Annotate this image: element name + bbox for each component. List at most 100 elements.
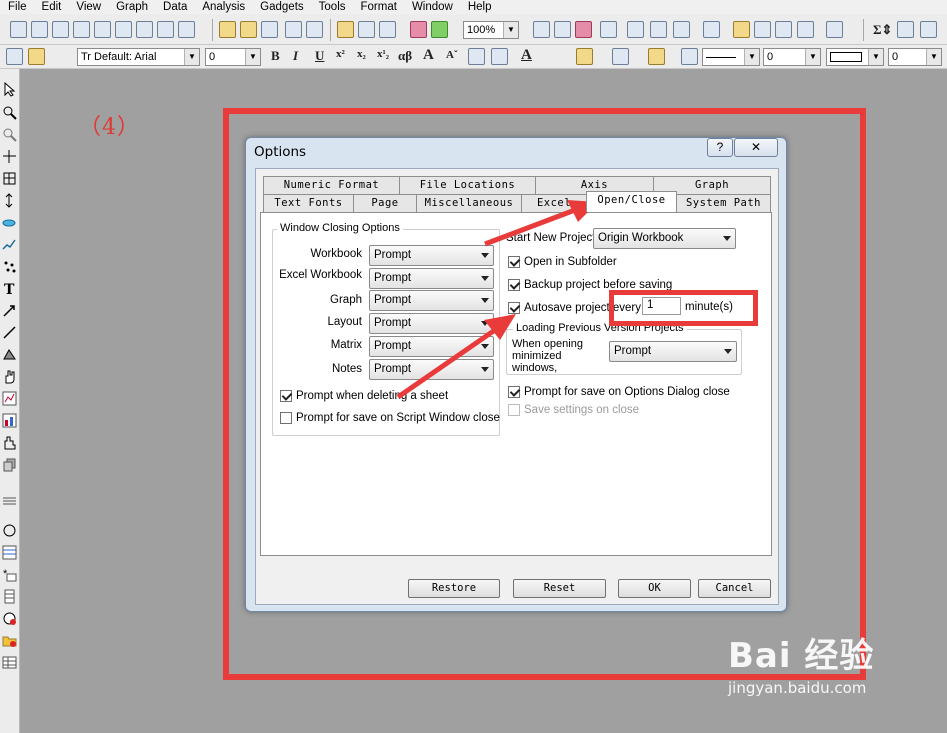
border-width-select[interactable]: 0 ▼ [888, 48, 942, 66]
restore-button[interactable]: Restore [408, 579, 500, 598]
excel-workbook-select[interactable]: Prompt [369, 268, 494, 289]
stack-icon[interactable] [2, 457, 17, 472]
layout-select[interactable]: Prompt [369, 313, 494, 334]
tab-file-locations[interactable]: File Locations [399, 176, 536, 194]
worksheet-tool-icon[interactable] [2, 545, 17, 560]
new-workbook-icon[interactable] [31, 21, 48, 38]
save-template-icon[interactable] [306, 21, 323, 38]
menu-tools[interactable]: Tools [311, 1, 353, 13]
brightness-icon[interactable] [681, 48, 698, 65]
clock-icon[interactable] [2, 611, 17, 626]
pointer-icon[interactable] [2, 81, 17, 97]
circle-tool-icon[interactable] [2, 523, 17, 538]
tab-numeric-format[interactable]: Numeric Format [263, 176, 400, 194]
prompt-save-options-checkbox[interactable]: Prompt for save on Options Dialog close [508, 386, 730, 398]
graph-tool-icon[interactable] [2, 391, 17, 406]
ok-button[interactable]: OK [618, 579, 691, 598]
subscript-button[interactable]: x₂ [357, 48, 366, 60]
new-excel-icon[interactable] [52, 21, 69, 38]
mask-points-icon[interactable] [2, 259, 17, 274]
zoom-select[interactable]: 100% ▼ [463, 21, 519, 39]
message-log-icon[interactable] [733, 21, 750, 38]
menu-window[interactable]: Window [404, 1, 460, 13]
underline-button[interactable]: U [315, 48, 324, 64]
zoom-out-icon[interactable] [2, 127, 17, 142]
workbook-select[interactable]: Prompt [369, 245, 494, 266]
line-style-select[interactable]: ▼ [702, 48, 760, 66]
open-in-subfolder-checkbox[interactable]: Open in Subfolder [508, 256, 617, 268]
sum-icon[interactable]: Σ⇕ [873, 22, 892, 38]
polygon-tool-icon[interactable] [2, 347, 17, 362]
prompt-delete-sheet-checkbox[interactable]: Prompt when deleting a sheet [280, 390, 448, 402]
notes-select[interactable]: Prompt [369, 359, 494, 380]
graph-select[interactable]: Prompt [369, 290, 494, 311]
run-icon[interactable] [431, 21, 448, 38]
italic-button[interactable]: I [293, 48, 298, 64]
results-log-icon[interactable] [650, 21, 667, 38]
text-tool-icon[interactable]: T [2, 281, 17, 298]
prompt-save-script-checkbox[interactable]: Prompt for save on Script Window close [280, 412, 500, 424]
new-matrix-icon[interactable] [94, 21, 111, 38]
menu-graph[interactable]: Graph [108, 1, 155, 13]
import-multiple-icon[interactable] [379, 21, 396, 38]
tab-text-fonts[interactable]: Text Fonts [263, 194, 354, 212]
tab-excel[interactable]: Excel [521, 194, 587, 212]
tab-page[interactable]: Page [353, 194, 417, 212]
new-layout-icon[interactable] [136, 21, 153, 38]
line-width-select[interactable]: 0 ▼ [763, 48, 821, 66]
import-wizard-icon[interactable] [337, 21, 354, 38]
arrow-tool-icon[interactable] [2, 303, 17, 318]
bold-button[interactable]: B [271, 48, 280, 64]
menu-help[interactable]: Help [460, 1, 499, 13]
greek-button[interactable]: αβ [398, 48, 412, 64]
line-color-icon[interactable] [648, 48, 665, 65]
border-style-select[interactable]: ▼ [826, 48, 884, 66]
decrease-font-button[interactable]: Aˇ [446, 49, 458, 61]
new-graph-icon[interactable] [73, 21, 90, 38]
matrix-select[interactable]: Prompt [369, 336, 494, 357]
add-row-icon[interactable] [826, 21, 843, 38]
menu-data[interactable]: Data [155, 1, 194, 13]
new-project-icon[interactable] [10, 21, 27, 38]
menu-gadgets[interactable]: Gadgets [252, 1, 310, 13]
menu-format[interactable]: Format [353, 1, 404, 13]
print-icon[interactable] [533, 21, 550, 38]
tab-open-close[interactable]: Open/Close [586, 191, 677, 212]
font-size-select[interactable]: 0 ▼ [205, 48, 261, 66]
increase-font-button[interactable]: A [423, 47, 434, 64]
statistics-icon[interactable] [920, 21, 937, 38]
duplicate-icon[interactable] [600, 21, 617, 38]
align-left-icon[interactable] [468, 48, 485, 65]
hand-tool-icon[interactable] [2, 369, 17, 384]
help-button[interactable]: ? [707, 138, 733, 157]
menu-analysis[interactable]: Analysis [194, 1, 252, 13]
start-new-project-select[interactable]: Origin Workbook [593, 228, 736, 249]
open-folder-icon[interactable] [219, 21, 236, 38]
menu-view[interactable]: View [68, 1, 108, 13]
cancel-button[interactable]: Cancel [698, 579, 771, 598]
copy-format-icon[interactable] [6, 48, 23, 65]
data-cursor-icon[interactable] [2, 193, 17, 208]
new-function-graph-icon[interactable] [178, 21, 195, 38]
add-column-icon[interactable] [797, 21, 814, 38]
smart-hint-icon[interactable] [775, 21, 792, 38]
pattern-icon[interactable] [612, 48, 629, 65]
screen-reader-icon[interactable] [2, 149, 17, 164]
script-window-icon[interactable] [754, 21, 771, 38]
zoom-in-icon[interactable] [2, 105, 17, 120]
add-star-icon[interactable]: * [2, 567, 17, 582]
reset-button[interactable]: Reset [513, 579, 606, 598]
loading-previous-select[interactable]: Prompt [609, 341, 737, 362]
sub-superscript-button[interactable]: x¹₂ [377, 48, 389, 60]
tab-system-path[interactable]: System Path [676, 194, 771, 212]
lines-icon[interactable] [2, 494, 17, 509]
table-tool-icon[interactable] [2, 655, 17, 670]
open-template-icon[interactable] [240, 21, 257, 38]
code-builder-icon[interactable] [627, 21, 644, 38]
grid-lines-icon[interactable] [491, 48, 508, 65]
paste-format-icon[interactable] [28, 48, 45, 65]
sort-icon[interactable] [897, 21, 914, 38]
menu-file[interactable]: File [0, 1, 34, 13]
save-project-icon[interactable] [285, 21, 302, 38]
data-reader-icon[interactable] [2, 171, 17, 186]
